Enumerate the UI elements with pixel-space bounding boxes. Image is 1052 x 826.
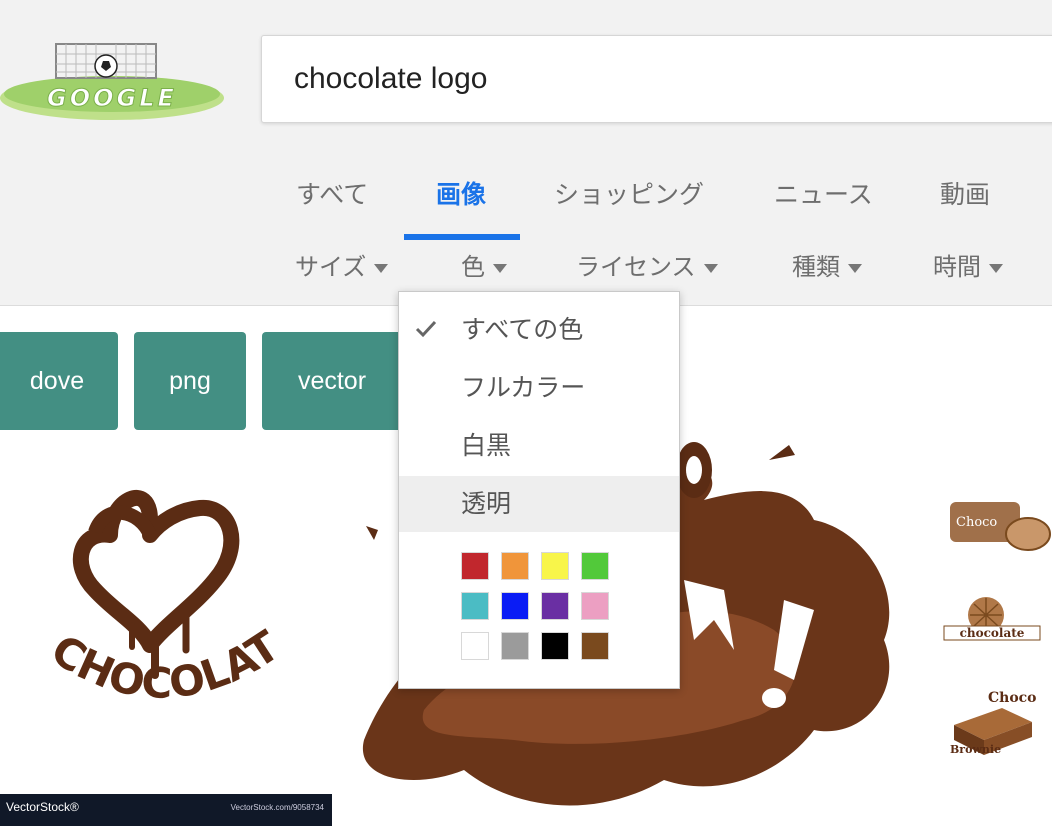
color-swatch[interactable] <box>461 592 489 620</box>
color-swatch[interactable] <box>461 632 489 660</box>
color-swatch[interactable] <box>581 592 609 620</box>
header: GOOGLE chocolate logo すべて 画像 ショッピング ニュース… <box>0 0 1052 306</box>
color-option-label: 白黒 <box>461 431 512 460</box>
color-swatch[interactable] <box>581 632 609 660</box>
result-3-label-1: Choco <box>956 515 997 530</box>
chip-dove[interactable]: dove <box>0 332 118 430</box>
tool-size-label: サイズ <box>295 253 367 281</box>
result-3-label-4: Brownie <box>950 743 1001 756</box>
search-tabs: すべて 画像 ショッピング ニュース 動画 <box>0 165 1052 241</box>
chip-png[interactable]: png <box>134 332 246 430</box>
watermark-bar: VectorStock® VectorStock.com/9058734 <box>0 794 332 826</box>
color-filter-dropdown: すべての色 フルカラー 白黒 透明 <box>398 291 680 689</box>
watermark-id: VectorStock.com/9058734 <box>230 803 324 812</box>
search-query: chocolate logo <box>294 62 488 95</box>
chevron-down-icon <box>989 263 1003 273</box>
google-doodle-logo[interactable]: GOOGLE <box>0 40 230 130</box>
tool-time[interactable]: 時間 <box>933 250 1003 284</box>
active-tab-indicator <box>404 234 520 240</box>
tool-color-label: 色 <box>461 253 485 281</box>
result-1-word: CHOCOLATE <box>0 440 288 708</box>
tab-news[interactable]: ニュース <box>774 165 873 241</box>
color-option-all[interactable]: すべての色 <box>399 302 679 358</box>
tool-license[interactable]: ライセンス <box>576 250 718 284</box>
tab-all[interactable]: すべて <box>296 165 368 241</box>
color-swatch[interactable] <box>581 552 609 580</box>
chevron-down-icon <box>374 263 389 273</box>
color-swatch[interactable] <box>501 632 529 660</box>
color-swatch[interactable] <box>461 552 489 580</box>
tab-shopping[interactable]: ショッピング <box>554 165 704 241</box>
tool-type[interactable]: 種類 <box>792 250 862 284</box>
chevron-down-icon <box>848 263 862 273</box>
image-result-1[interactable]: CHOCOLATE VectorStock® VectorStock.com/9… <box>0 440 332 826</box>
tool-time-label: 時間 <box>933 253 981 281</box>
color-option-transparent[interactable]: 透明 <box>399 476 679 532</box>
chip-vector[interactable]: vector <box>262 332 402 430</box>
tool-color[interactable]: 色 <box>461 250 507 284</box>
color-swatch[interactable] <box>541 632 569 660</box>
chevron-down-icon <box>703 263 718 273</box>
color-swatch[interactable] <box>541 592 569 620</box>
color-swatch[interactable] <box>501 592 529 620</box>
color-option-full[interactable]: フルカラー <box>399 360 679 416</box>
tab-videos[interactable]: 動画 <box>940 165 990 241</box>
tool-type-label: 種類 <box>792 253 840 281</box>
color-option-label: フルカラー <box>461 373 586 402</box>
watermark-brand: VectorStock® <box>6 800 79 814</box>
checkmark-icon <box>415 320 437 338</box>
color-swatch[interactable] <box>541 552 569 580</box>
color-swatch[interactable] <box>501 552 529 580</box>
tool-size[interactable]: サイズ <box>295 250 389 284</box>
tab-images[interactable]: 画像 <box>436 165 486 241</box>
color-option-bw[interactable]: 白黒 <box>399 418 679 474</box>
search-tools: サイズ 色 ライセンス 種類 時間 <box>0 250 1052 284</box>
color-option-label: 透明 <box>461 489 512 518</box>
image-result-3[interactable]: Choco chocolate Choco Brownie <box>928 440 1052 826</box>
search-input[interactable]: chocolate logo <box>261 35 1052 123</box>
result-3-label-3: Choco <box>988 690 1037 706</box>
tool-license-label: ライセンス <box>576 253 696 281</box>
color-option-label: すべての色 <box>461 315 584 344</box>
chevron-down-icon <box>493 263 507 273</box>
result-3-label-2: chocolate <box>960 626 1025 640</box>
doodle-text: GOOGLE <box>47 84 177 112</box>
